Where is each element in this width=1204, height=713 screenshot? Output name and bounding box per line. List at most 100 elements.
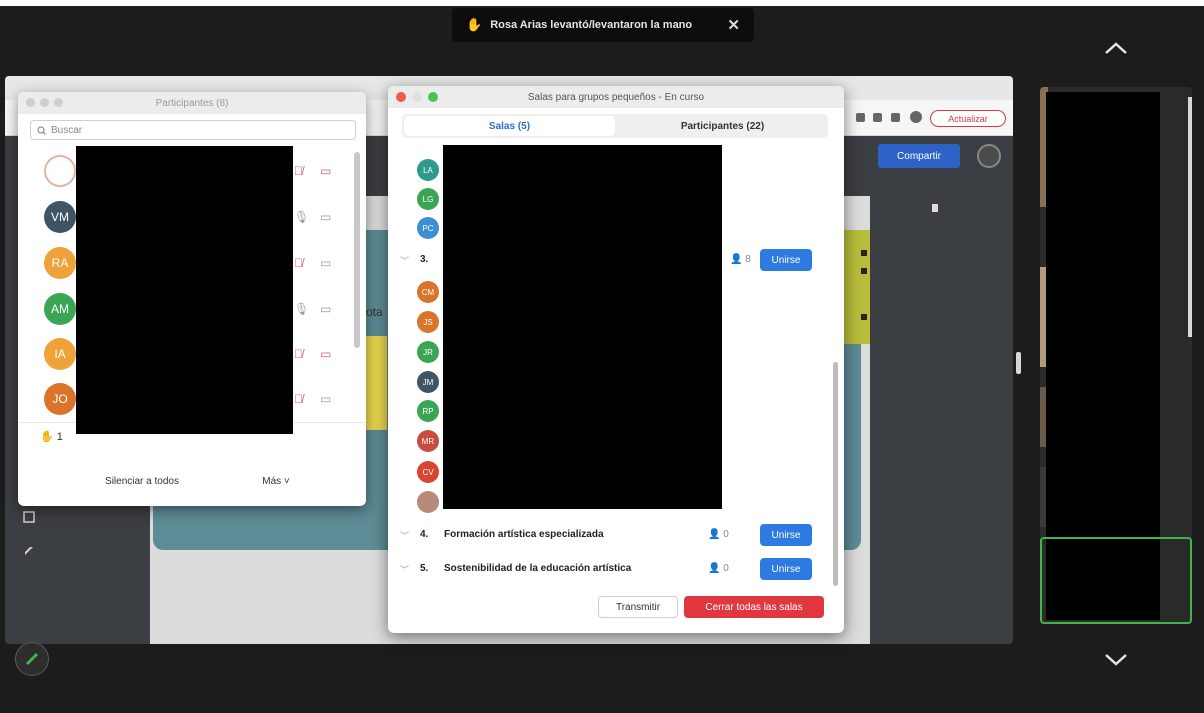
room-count-value: 0 [723,563,729,574]
window-zoom-button[interactable] [54,98,63,107]
participants-window: Participantes (8) Buscar 🎙̸ ▭ VM 🎙 ▭ RA 🎙̸ ▭ AM 🎙… [18,92,366,506]
close-notification-button[interactable]: ✕ [727,16,740,34]
room-count-value: 0 [723,529,729,540]
member-avatar: CV [417,461,439,483]
raised-hands-number: 1 [56,431,63,443]
member-avatar: LG [417,188,439,210]
chevron-down-icon[interactable]: ﹀ [400,529,409,542]
chevron-down-icon[interactable] [1104,653,1128,667]
room-participant-count: 👤 0 [708,529,729,540]
participants-scrollbar[interactable] [354,152,360,348]
document-bullet [861,268,867,274]
room-participant-count: 👤 0 [708,563,729,574]
room-count-value: 8 [745,254,751,265]
profile-icon[interactable] [910,111,922,123]
breakout-tabs: Salas (5) Participantes (22) [402,114,828,138]
camera-off-icon[interactable]: ▭ [320,347,331,361]
star-icon[interactable] [873,113,882,122]
room-number: 5. [420,563,429,574]
chevron-down-icon[interactable]: ﹀ [400,254,409,267]
document-bullet [861,250,867,256]
room-number: 4. [420,529,429,540]
mic-muted-icon[interactable]: 🎙̸ [294,256,303,270]
breakout-titlebar: Salas para grupos pequeños - En curso [388,86,844,108]
room-number: 3. [420,254,429,265]
mic-muted-icon[interactable]: 🎙̸ [294,347,303,361]
join-button[interactable]: Unirse [760,558,812,580]
member-avatar: JR [417,341,439,363]
annotate-button[interactable] [15,642,49,676]
member-avatar [417,491,439,513]
mic-muted-icon[interactable]: 🎙̸ [294,164,303,178]
raised-hands-count: ✋ 1 [40,430,63,443]
avatar: AM [44,293,76,325]
room-name: Sostenibilidad de la educación artística [444,563,632,574]
pencil-icon [25,652,39,666]
join-button[interactable]: Unirse [760,524,812,546]
window-minimize-button[interactable] [40,98,49,107]
avatar: VM [44,201,76,233]
mouse-cursor [932,204,938,212]
redacted-names [76,146,293,434]
participants-titlebar: Participantes (8) [18,92,366,114]
document-text-fragment: ota [366,305,383,319]
document-yellow-note [365,336,387,430]
search-icon [37,125,46,135]
member-avatar: LA [417,159,439,181]
transmit-button[interactable]: Transmitir [598,596,678,618]
avatar [44,155,76,187]
participants-search-input[interactable]: Buscar [30,120,356,140]
notification-text: Rosa Arias levantó/levantaron la mano [490,19,693,31]
document-bullet [861,314,867,320]
mic-icon[interactable]: 🎙 [294,302,309,316]
camera-icon[interactable]: ▭ [320,256,331,270]
video-thumbnail-edge [1188,97,1192,337]
camera-icon[interactable]: ▭ [320,302,331,316]
person-icon: 👤 [708,529,721,540]
breakout-scrollbar[interactable] [833,362,838,586]
tab-icon[interactable] [891,113,900,122]
active-speaker-outline [1040,537,1192,624]
mic-icon[interactable]: 🎙 [294,210,309,224]
join-button[interactable]: Unirse [760,249,812,271]
document-olive-note [842,230,870,344]
member-avatar: JM [417,371,439,393]
grid-icon[interactable] [22,510,36,524]
window-minimize-button[interactable] [412,92,422,102]
room-row[interactable]: ﹀ 5. Sostenibilidad de la educación artíst… [400,557,824,581]
extension-icon[interactable] [856,113,865,122]
camera-off-icon[interactable]: ▭ [320,164,331,178]
more-button[interactable]: Más ˅ [250,468,302,494]
window-close-button[interactable] [26,98,35,107]
raise-hand-notification: ✋ Rosa Arias levantó/levantaron la mano … [452,8,754,42]
window-close-button[interactable] [396,92,406,102]
member-avatar: JS [417,311,439,333]
person-icon: 👤 [708,563,721,574]
breakout-title: Salas para grupos pequeños - En curso [527,91,705,103]
member-avatar: CM [417,281,439,303]
person-icon: 👤 [730,254,743,265]
user-avatar[interactable] [977,144,1001,168]
share-button[interactable]: Compartir [878,144,960,168]
room-row[interactable]: ﹀ 4. Formación artística especializada 👤 0 U… [400,523,824,547]
tab-participants[interactable]: Participantes (22) [617,114,828,138]
chevron-up-icon[interactable] [1104,41,1128,55]
tab-rooms[interactable]: Salas (5) [404,116,615,136]
mic-muted-icon[interactable]: 🎙̸ [294,392,303,406]
mute-all-button[interactable]: Silenciar a todos [86,468,198,494]
close-all-rooms-button[interactable]: Cerrar todas las salas [684,596,824,618]
update-button[interactable]: Actualizar [930,110,1006,127]
participants-title: Participantes (8) [155,97,229,109]
member-avatar: MR [417,430,439,452]
zoom-meeting-window: ✋ Rosa Arias levantó/levantaron la mano … [0,0,1204,713]
resize-handle[interactable] [1016,352,1021,374]
top-strip [0,0,1204,6]
window-zoom-button[interactable] [428,92,438,102]
chevron-down-icon[interactable]: ﹀ [400,563,409,576]
search-placeholder: Buscar [51,124,83,136]
camera-icon[interactable]: ▭ [320,210,331,224]
avatar: RA [44,247,76,279]
camera-icon[interactable]: ▭ [320,392,331,406]
pin-icon[interactable] [22,544,36,558]
raised-hand-icon: ✋ [40,431,54,443]
